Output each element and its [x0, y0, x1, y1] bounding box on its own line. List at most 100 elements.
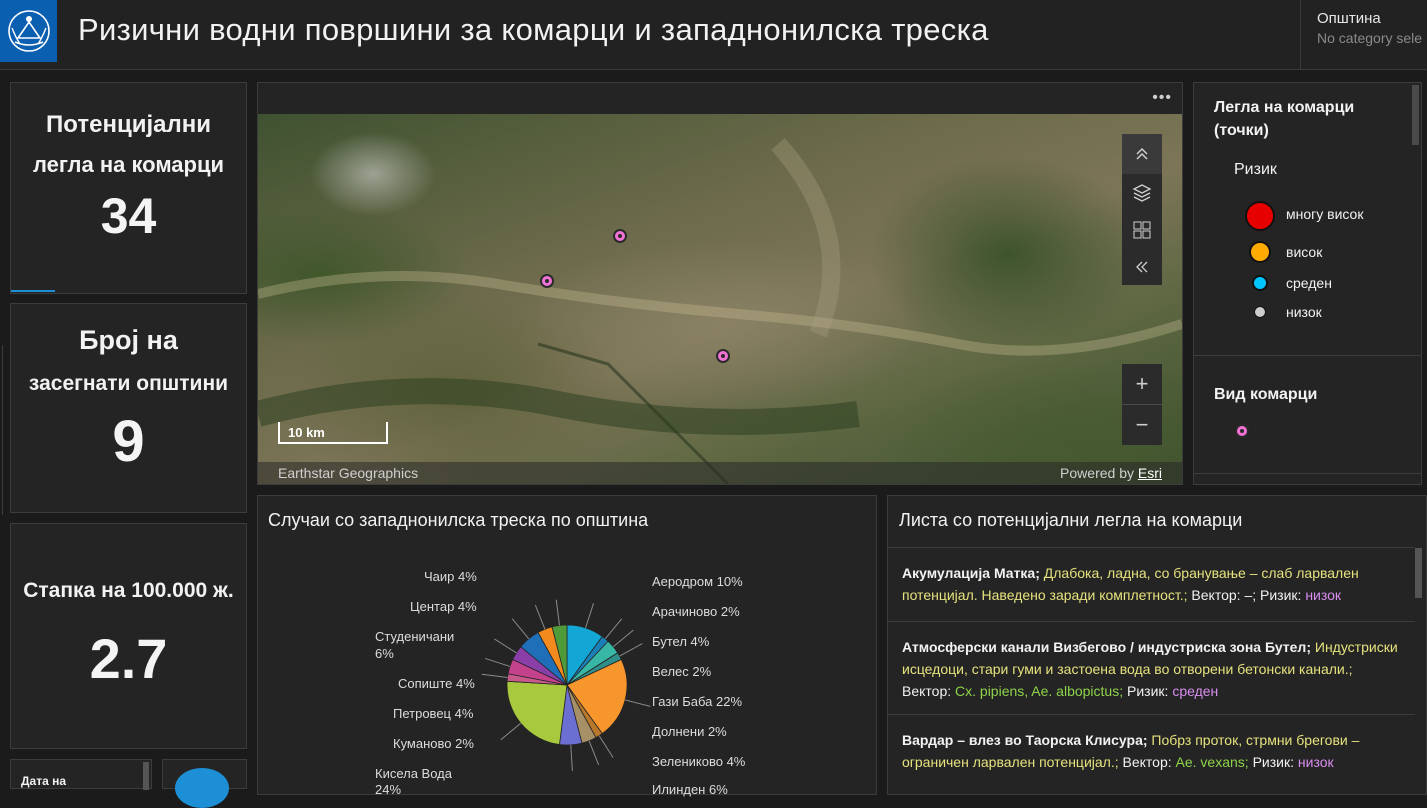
- legend-item-label: низок: [1286, 304, 1322, 320]
- list-item[interactable]: Акумулација Матка; Длабока, ладна, со бр…: [888, 547, 1415, 621]
- collapse-left-icon[interactable]: [1122, 248, 1162, 285]
- vector-label: Вектор:: [902, 683, 952, 699]
- legend-divider: [1194, 355, 1421, 356]
- risk-label: Ризик:: [1127, 683, 1169, 699]
- vector-label: Вектор:: [1122, 754, 1172, 770]
- breeding-site-marker[interactable]: [613, 229, 627, 243]
- risk-very-high-swatch: [1245, 201, 1275, 231]
- site-name: Акумулација Матка;: [902, 565, 1040, 581]
- more-icon[interactable]: •••: [1152, 89, 1172, 107]
- map-attribution: Earthstar Geographics Powered by Esri: [258, 462, 1182, 484]
- risk-label: Ризик:: [1252, 754, 1294, 770]
- indicator-title: Стапка на 100.000 ж.: [23, 579, 234, 602]
- indicator-progress-bar: [11, 290, 55, 292]
- risk-value: низок: [1297, 754, 1334, 770]
- indicator-affected-municipalities: Број на засегнати општини 9: [10, 303, 247, 513]
- pie-leader-line: [481, 673, 508, 678]
- dashboard-title: Ризични водни површини за комарци и запа…: [78, 12, 989, 47]
- legend-divider: [1194, 473, 1421, 474]
- pie-label: Аеродром 10%: [652, 574, 743, 589]
- pie-leader-line: [624, 699, 651, 707]
- indicator-title: Број на: [79, 325, 178, 355]
- municipality-selector[interactable]: Општина No category sele: [1300, 0, 1427, 70]
- indicator-title: легла на комарци: [32, 152, 225, 177]
- indicator-breeding-sites: Потенцијални легла на комарци 34: [10, 82, 247, 294]
- pie-leader-line: [598, 735, 614, 758]
- app-header: Ризични водни површини за комарци и запа…: [0, 0, 1427, 70]
- legend-risk-label: Ризик: [1234, 161, 1277, 178]
- indicator-value: 9: [112, 409, 145, 474]
- risk-low-swatch: [1254, 306, 1266, 318]
- pie-label: Велес 2%: [652, 664, 712, 679]
- risk-value: среден: [1172, 683, 1219, 699]
- site-name: Вардар – влез во Таорска Клисура;: [902, 732, 1148, 748]
- risk-value: низок: [1305, 587, 1342, 603]
- pie-label: Кисела Вода: [375, 766, 452, 781]
- legend-scrollbar[interactable]: [1412, 85, 1419, 145]
- vector-value: Ae. vexans;: [1175, 754, 1249, 770]
- side-divider: [0, 345, 3, 515]
- pie-label: 6%: [375, 646, 394, 661]
- legend-section-title: Легла на комарци (точки): [1214, 99, 1355, 139]
- selector-value: No category sele: [1317, 30, 1423, 46]
- risk-high-swatch: [1249, 241, 1271, 263]
- pie-leader-line: [500, 722, 522, 741]
- list-item[interactable]: Атмосферски канали Визбегово / индустрис…: [888, 621, 1415, 714]
- pie-leader-line: [570, 744, 573, 771]
- list-scrollbar[interactable]: [1415, 548, 1422, 598]
- date-card: Дата на: [10, 759, 152, 790]
- list-item[interactable]: Вардар – влез во Таорска Клисура; Побрз …: [888, 714, 1415, 789]
- pie-label: Гази Баба 22%: [652, 694, 742, 709]
- powered-by-text: Powered by: [1060, 465, 1134, 481]
- zoom-out-button[interactable]: −: [1122, 405, 1162, 445]
- zoom-controls: + −: [1122, 364, 1162, 445]
- basemap-gallery-icon[interactable]: [1122, 211, 1162, 248]
- indicator-title: засегнати општини: [28, 372, 229, 395]
- pie-label: Арачиново 2%: [652, 604, 740, 619]
- indicator-value: 34: [100, 188, 157, 244]
- pie-label: Петровец 4%: [393, 706, 474, 721]
- pie-label: Центар 4%: [410, 599, 477, 614]
- vector-label: Вектор:: [1191, 587, 1241, 603]
- pie-slice-8[interactable]: [506, 680, 568, 745]
- scale-label: 10 km: [288, 425, 325, 440]
- breeding-site-marker[interactable]: [540, 274, 554, 288]
- breeding-site-marker[interactable]: [716, 349, 730, 363]
- pie-leader-line: [534, 604, 546, 630]
- pie-label: 24%: [375, 782, 402, 797]
- collapse-up-icon[interactable]: [1122, 134, 1162, 174]
- date-card-label: Дата на: [21, 774, 67, 788]
- attribution-source: Earthstar Geographics: [278, 465, 419, 481]
- legend-item-label: среден: [1286, 275, 1332, 291]
- coat-of-arms-logo: [0, 0, 57, 62]
- list-title: Листа со потенцијални легла на комарци: [899, 510, 1243, 530]
- pie-leader-line: [511, 618, 530, 640]
- indicator-rate-per-100k: Стапка на 100.000 ж. 2.7: [10, 523, 247, 749]
- indicator-title: Потенцијални: [46, 111, 211, 138]
- vector-value: Cx. pipiens, Ae. albopictus;: [955, 683, 1124, 699]
- zoom-in-button[interactable]: +: [1122, 364, 1162, 404]
- terrain-texture: [258, 138, 1182, 484]
- pie-label: Долнени 2%: [652, 724, 727, 739]
- site-name: Атмосферски канали Визбегово / индустрис…: [902, 639, 1311, 655]
- pie-leader-line: [585, 603, 595, 629]
- pie-label: Куманово 2%: [393, 736, 474, 751]
- pie-label: Сопиште 4%: [398, 676, 475, 691]
- pie-leader-line: [612, 629, 634, 648]
- legend-item-label: многу висок: [1286, 206, 1364, 222]
- legend-section-title: Вид комарци: [1214, 386, 1318, 403]
- satellite-map[interactable]: [258, 114, 1182, 484]
- layers-icon[interactable]: [1122, 174, 1162, 211]
- pie-label: Бутел 4%: [652, 634, 710, 649]
- date-card-scrollbar[interactable]: [143, 762, 149, 790]
- esri-logo-card: [162, 759, 247, 808]
- mosquito-species-swatch: [1235, 424, 1249, 438]
- pie-leader-line: [588, 740, 600, 766]
- pie-leader-line: [494, 638, 517, 654]
- esri-link[interactable]: Esri: [1138, 465, 1162, 481]
- attribution-powered: Powered by Esri: [1060, 465, 1162, 481]
- vector-value: –;: [1244, 587, 1257, 603]
- legend-item-label: висок: [1286, 244, 1323, 260]
- risk-medium-swatch: [1252, 275, 1268, 291]
- pie-leader-line: [485, 657, 511, 667]
